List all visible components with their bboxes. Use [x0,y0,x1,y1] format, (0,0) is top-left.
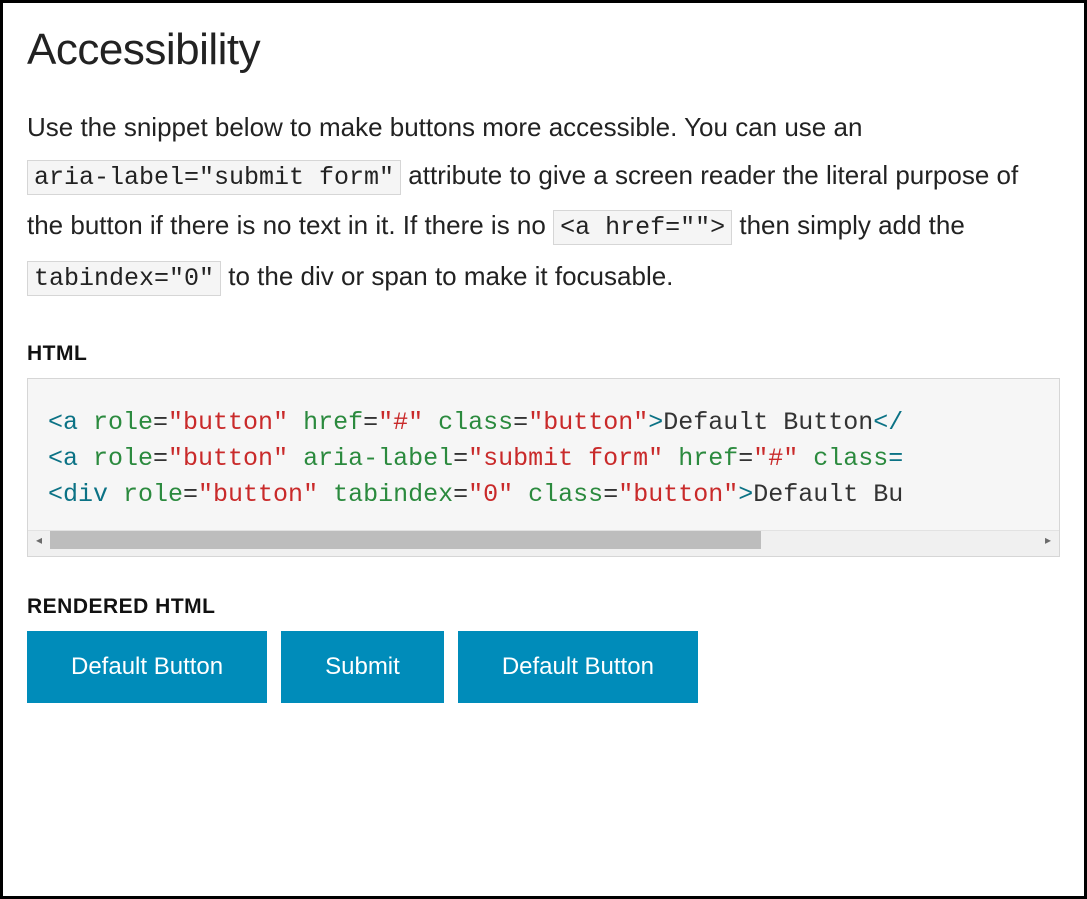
button-row: Default Button Submit Default Button [27,631,1060,703]
inline-code-tabindex: tabindex="0" [27,261,221,296]
rendered-label: RENDERED HTML [27,595,1060,619]
code-content: <a role="button" href="#" class="button"… [48,405,1039,530]
default-button-1[interactable]: Default Button [27,631,267,703]
inline-code-anchor: <a href=""> [553,210,732,245]
rendered-section: RENDERED HTML Default Button Submit Defa… [27,595,1060,703]
intro-text-1: Use the snippet below to make buttons mo… [27,112,862,142]
scroll-right-icon[interactable]: ▸ [1037,531,1059,550]
scrollbar-thumb[interactable] [50,531,761,549]
intro-text-4: to the div or span to make it focusable. [228,261,673,291]
code-block: <a role="button" href="#" class="button"… [27,378,1060,557]
scrollbar-track[interactable] [50,531,1037,549]
html-section: HTML <a role="button" href="#" class="bu… [27,342,1060,557]
intro-paragraph: Use the snippet below to make buttons mo… [27,103,1060,302]
scroll-left-icon[interactable]: ◂ [28,531,50,550]
doc-container: Accessibility Use the snippet below to m… [0,0,1087,899]
intro-text-3: then simply add the [739,210,964,240]
page-title: Accessibility [27,25,1060,75]
default-button-2[interactable]: Default Button [458,631,698,703]
inline-code-aria-label: aria-label="submit form" [27,160,401,195]
submit-button[interactable]: Submit [281,631,444,703]
html-label: HTML [27,342,1060,366]
horizontal-scrollbar[interactable]: ◂ ▸ [28,530,1059,556]
